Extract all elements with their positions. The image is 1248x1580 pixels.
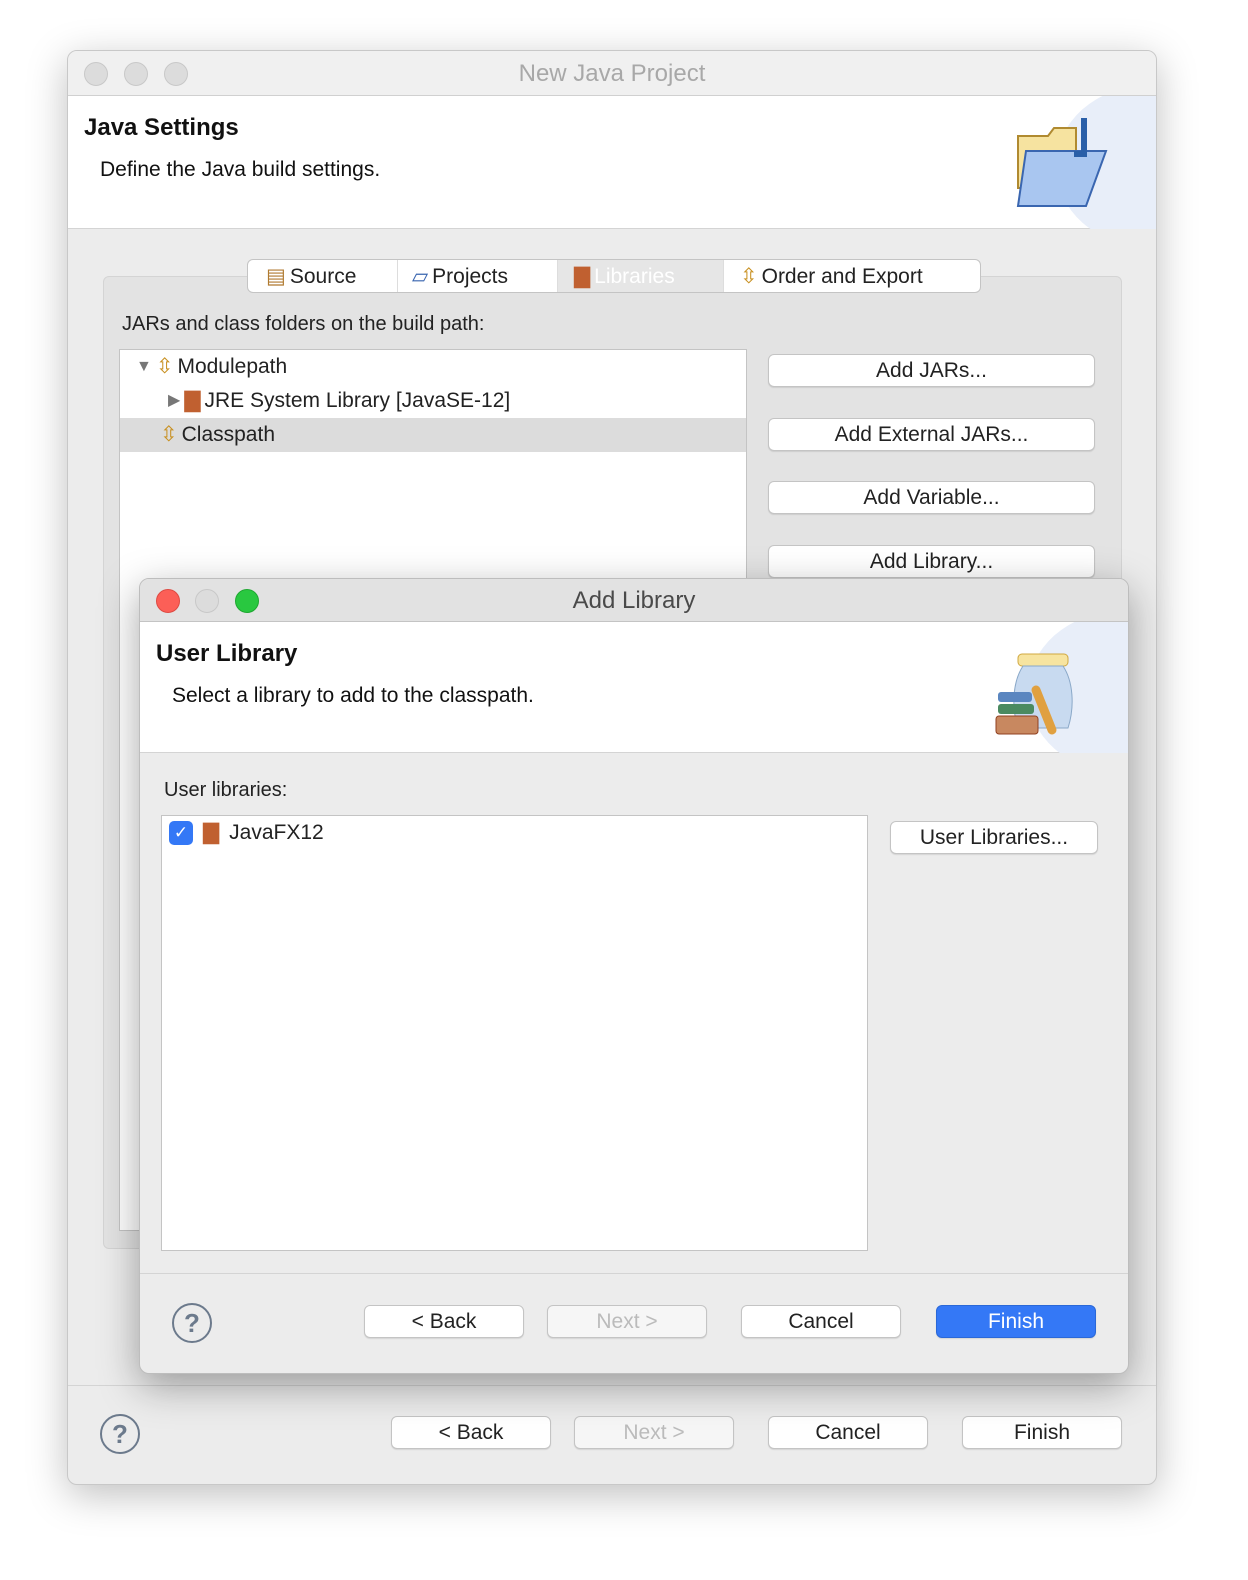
close-button[interactable] xyxy=(156,589,180,613)
dialog-title: Add Library xyxy=(572,587,696,614)
tab-order-export[interactable]: ⇳ Order and Export xyxy=(724,260,980,292)
tree-item-jre[interactable]: ▶ ▇ JRE System Library [JavaSE-12] xyxy=(120,384,746,418)
help-icon[interactable]: ? xyxy=(100,1414,140,1454)
window-title: New Java Project xyxy=(518,60,706,87)
add-external-jars-button[interactable]: Add External JARs... xyxy=(768,418,1095,451)
dialog-page-description: Select a library to add to the classpath… xyxy=(172,684,534,707)
classpath-icon: ⇳ xyxy=(160,423,178,446)
tree-label: JRE System Library [JavaSE-12] xyxy=(204,389,511,412)
minimize-button[interactable] xyxy=(124,62,148,86)
add-library-dialog: Add Library User Library Select a librar… xyxy=(139,578,1129,1374)
next-button[interactable]: Next > xyxy=(574,1416,734,1449)
footer-divider xyxy=(68,1385,1156,1386)
dialog-cancel-button[interactable]: Cancel xyxy=(741,1305,901,1338)
library-jar-icon xyxy=(995,622,1128,753)
library-icon: ▇ xyxy=(574,265,591,288)
tree-label: Classpath xyxy=(181,423,275,446)
help-icon[interactable]: ? xyxy=(172,1303,212,1343)
projects-folder-icon: ▱ xyxy=(412,265,429,288)
build-path-label: JARs and class folders on the build path… xyxy=(122,313,485,335)
close-button[interactable] xyxy=(84,62,108,86)
zoom-button[interactable] xyxy=(164,62,188,86)
tree-item-modulepath[interactable]: ▼ ⇳ Modulepath xyxy=(120,350,746,384)
add-library-button[interactable]: Add Library... xyxy=(768,545,1095,578)
java-folder-icon xyxy=(1016,96,1156,229)
tab-label: Projects xyxy=(432,265,509,288)
expanded-arrow-icon[interactable]: ▼ xyxy=(136,350,152,384)
finish-button[interactable]: Finish xyxy=(962,1416,1122,1449)
modulepath-icon: ⇳ xyxy=(155,355,174,378)
cancel-button[interactable]: Cancel xyxy=(768,1416,928,1449)
source-folder-icon: ▤ xyxy=(266,265,286,288)
dialog-next-button[interactable]: Next > xyxy=(547,1305,707,1338)
minimize-button[interactable] xyxy=(195,589,219,613)
tab-libraries[interactable]: ▇ Libraries xyxy=(558,260,724,292)
collapsed-arrow-icon[interactable]: ▶ xyxy=(168,384,180,418)
library-icon: ▇ xyxy=(203,821,220,844)
library-icon: ▇ xyxy=(184,389,201,412)
zoom-button[interactable] xyxy=(235,589,259,613)
back-button[interactable]: < Back xyxy=(391,1416,551,1449)
user-libraries-label: User libraries: xyxy=(164,779,288,801)
page-description: Define the Java build settings. xyxy=(100,158,381,181)
order-arrows-icon: ⇳ xyxy=(740,265,758,288)
dialog-finish-button[interactable]: Finish xyxy=(936,1305,1096,1338)
tab-label: Source xyxy=(289,265,357,288)
page-title: Java Settings xyxy=(84,114,239,141)
user-libraries-button[interactable]: User Libraries... xyxy=(890,821,1098,854)
dialog-page-title: User Library xyxy=(156,640,298,667)
tab-projects[interactable]: ▱ Projects xyxy=(398,260,558,292)
dialog-footer-divider xyxy=(140,1273,1128,1274)
dialog-header: User Library Select a library to add to … xyxy=(140,622,1128,753)
dialog-title-bar: Add Library xyxy=(140,579,1128,622)
tree-label: Modulepath xyxy=(177,355,288,378)
user-libraries-list[interactable]: ✓ ▇ JavaFX12 xyxy=(161,815,868,1251)
tab-label: Order and Export xyxy=(761,265,923,288)
library-label: JavaFX12 xyxy=(229,821,324,844)
tab-source[interactable]: ▤ Source xyxy=(248,260,398,292)
tab-bar: ▤ Source ▱ Projects ▇ Libraries ⇳ Order and … xyxy=(247,259,981,293)
add-jars-button[interactable]: Add JARs... xyxy=(768,354,1095,387)
wizard-header: Java Settings Define the Java build sett… xyxy=(68,96,1156,229)
dialog-back-button[interactable]: < Back xyxy=(364,1305,524,1338)
title-bar: New Java Project xyxy=(68,51,1156,96)
library-item-javafx12[interactable]: ✓ ▇ JavaFX12 xyxy=(162,816,867,850)
tab-label: Libraries xyxy=(594,265,675,288)
checkbox-checked[interactable]: ✓ xyxy=(169,821,193,845)
add-variable-button[interactable]: Add Variable... xyxy=(768,481,1095,514)
tree-item-classpath[interactable]: ⇳ Classpath xyxy=(120,418,746,452)
